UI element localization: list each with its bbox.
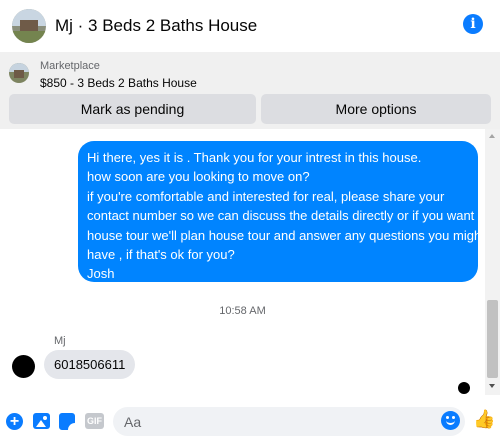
message-composer: + GIF 👍 (0, 395, 500, 443)
plus-icon[interactable]: + (6, 413, 23, 430)
message-timestamp: 10:58 AM (219, 305, 266, 317)
mark-as-pending-button[interactable]: Mark as pending (9, 94, 256, 124)
message-line: contact number so we can discuss the det… (87, 208, 475, 224)
message-line: house tour we'll plan house tour and ans… (87, 227, 485, 243)
read-receipt-avatar (458, 382, 470, 394)
conversation-header: Mj · 3 Beds 2 Baths House i (0, 0, 500, 52)
outgoing-message-bubble[interactable]: Hi there, yes it is . Thank you for your… (78, 141, 485, 301)
gif-icon[interactable]: GIF (85, 413, 104, 429)
thumbnail-house (14, 70, 24, 78)
sender-name: Mj (54, 335, 66, 347)
marketplace-panel: Marketplace $850 - 3 Beds 2 Baths House … (0, 52, 500, 129)
message-input[interactable] (113, 407, 465, 436)
house-thumbnail[interactable] (9, 63, 29, 83)
avatar-grass (12, 31, 46, 43)
message-line: if you're comfortable and interested for… (87, 188, 445, 204)
more-options-button[interactable]: More options (261, 94, 491, 124)
photo-mountain (36, 420, 46, 427)
info-icon[interactable]: i (463, 14, 483, 34)
conversation-title[interactable]: Mj · 3 Beds 2 Baths House (55, 16, 257, 36)
marketplace-label: Marketplace (40, 60, 100, 72)
emoji-eye-left (446, 416, 449, 419)
listing-title[interactable]: $850 - 3 Beds 2 Baths House (40, 76, 197, 90)
photo-sun (43, 416, 47, 420)
message-line: Josh (87, 266, 115, 282)
emoji-mouth (446, 420, 455, 425)
sticker-icon[interactable] (59, 413, 75, 430)
message-line: Hi there, yes it is . Thank you for your… (87, 150, 422, 165)
scrollbar-thumb[interactable] (487, 300, 498, 378)
emoji-eye-right (452, 416, 455, 419)
incoming-message-bubble[interactable]: 6018506611 (44, 350, 136, 379)
house-photo-avatar[interactable] (12, 9, 46, 43)
sticker-fold (68, 423, 75, 430)
photo-icon[interactable] (33, 413, 50, 429)
message-line: have , if that's ok for you? (87, 247, 235, 263)
scroll-up-arrow-icon[interactable] (489, 134, 495, 138)
sender-avatar[interactable] (12, 355, 35, 378)
emoji-icon[interactable] (441, 411, 460, 430)
scroll-down-arrow-icon[interactable] (489, 384, 495, 388)
message-line: how soon are you looking to move on? (87, 169, 310, 185)
message-line: Jessica (87, 285, 131, 301)
thumbs-up-icon[interactable]: 👍 (473, 409, 495, 429)
